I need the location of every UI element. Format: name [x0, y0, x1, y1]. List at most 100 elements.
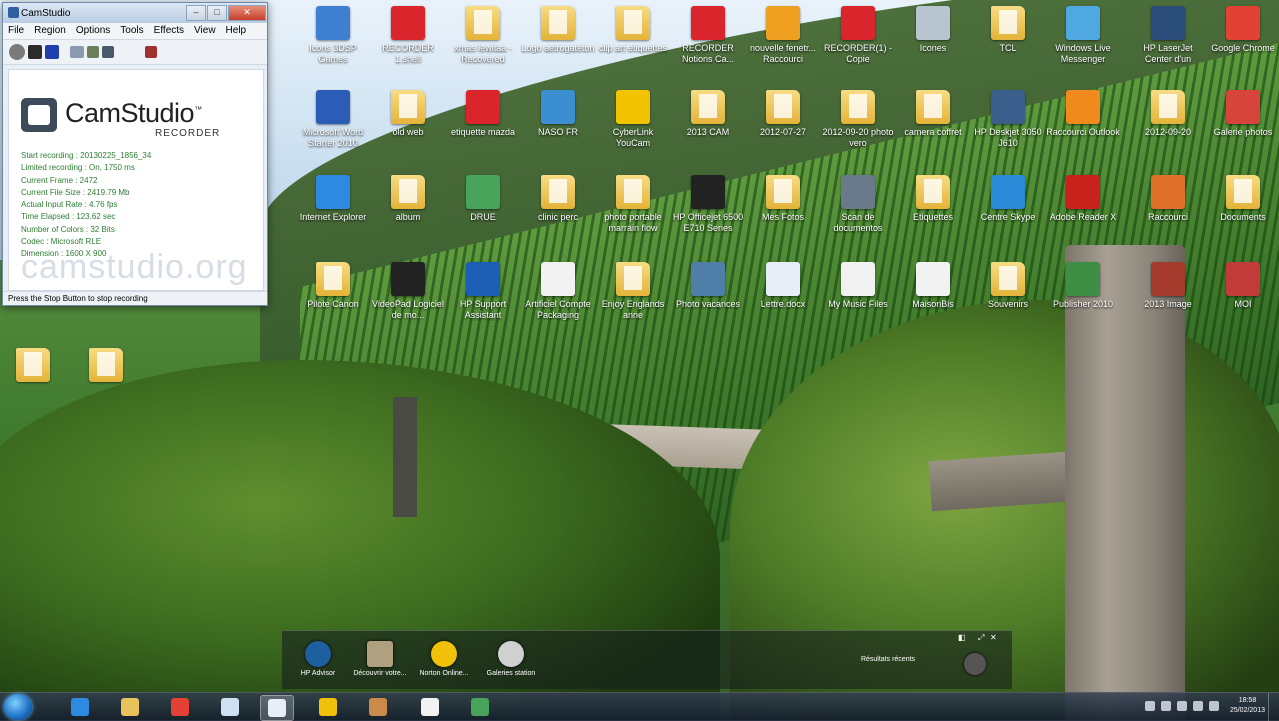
- desktop-icon[interactable]: Etiquettes: [895, 175, 971, 251]
- desktop-icon[interactable]: Icons 3DSP Games: [295, 6, 371, 82]
- gadget-settings-icon[interactable]: ◧: [958, 633, 966, 642]
- desktop-icon[interactable]: xmas lewitaa - Recovered: [445, 6, 521, 82]
- desktop-icon[interactable]: Pilote Canon: [295, 262, 371, 338]
- pause-button[interactable]: [28, 45, 42, 59]
- desktop-icon[interactable]: TCL: [970, 6, 1046, 82]
- taskbar-internet-explorer[interactable]: [64, 695, 96, 719]
- taskbar-camstudio[interactable]: [260, 695, 294, 721]
- menu-help[interactable]: Help: [221, 23, 252, 39]
- desktop-icon[interactable]: nouvelle fenetr... Raccourci: [745, 6, 821, 82]
- desktop-icon[interactable]: HP Support Assistant: [445, 262, 521, 338]
- tray-flag-icon[interactable]: [1161, 701, 1171, 711]
- menu-view[interactable]: View: [189, 23, 221, 39]
- maximize-button[interactable]: □: [207, 5, 227, 21]
- options-icon[interactable]: [145, 46, 157, 58]
- desktop-icon[interactable]: [68, 348, 144, 424]
- region-icon[interactable]: [70, 46, 84, 58]
- tray-arrow-icon[interactable]: [1145, 701, 1155, 711]
- gadget-discover[interactable]: Découvrir votre...: [344, 641, 416, 678]
- desktop-icon[interactable]: MOI: [1205, 262, 1279, 338]
- desktop-icon[interactable]: MaisonBis: [895, 262, 971, 338]
- desktop-icon[interactable]: Adobe Reader X: [1045, 175, 1121, 251]
- annotation-icon[interactable]: [87, 46, 99, 58]
- desktop-icon[interactable]: 2013 CAM: [670, 90, 746, 166]
- desktop-icon[interactable]: Google Chrome: [1205, 6, 1279, 82]
- desktop-icon[interactable]: Raccourci Outlook: [1045, 90, 1121, 166]
- desktop-icon[interactable]: HP Officejet 6500 E710 Series: [670, 175, 746, 251]
- menu-tools[interactable]: Tools: [115, 23, 148, 39]
- desktop-icon[interactable]: Windows Live Messenger: [1045, 6, 1121, 82]
- desktop-icon[interactable]: HP Deskjet 3050 J610: [970, 90, 1046, 166]
- desktop-icon[interactable]: VideoPad Logiciel de mo...: [370, 262, 446, 338]
- camstudio-titlebar[interactable]: CamStudio – □ ✕: [3, 3, 267, 23]
- webcam-icon[interactable]: [102, 46, 114, 58]
- minimize-button[interactable]: –: [186, 5, 206, 21]
- tray-power-icon[interactable]: [1209, 701, 1219, 711]
- gadget-close-icon[interactable]: ✕: [990, 633, 997, 642]
- desktop-icon[interactable]: Logo aetrogateton: [520, 6, 596, 82]
- desktop-icon[interactable]: Lettre.docx: [745, 262, 821, 338]
- desktop-icon[interactable]: [0, 348, 71, 424]
- desktop-icon[interactable]: Raccourci: [1130, 175, 1206, 251]
- system-clock[interactable]: 18:58 25/02/2013: [1230, 696, 1265, 716]
- desktop-icon[interactable]: 2012-09-20: [1130, 90, 1206, 166]
- menu-region[interactable]: Region: [29, 23, 71, 39]
- desktop-icon[interactable]: clinic perc: [520, 175, 596, 251]
- desktop-icon[interactable]: clip art etiquettes: [595, 6, 671, 82]
- camstudio-window[interactable]: CamStudio – □ ✕ File Region Options Tool…: [2, 2, 268, 306]
- menu-options[interactable]: Options: [71, 23, 115, 39]
- start-button[interactable]: [4, 694, 32, 720]
- desktop-icon[interactable]: Enjoy Englands anne: [595, 262, 671, 338]
- tray-volume-icon[interactable]: [1193, 701, 1203, 711]
- desktop-icon[interactable]: 2012-09-20 photo vero: [820, 90, 896, 166]
- desktop-icon[interactable]: Mes Fotos: [745, 175, 821, 251]
- desktop-icon[interactable]: My Music Files: [820, 262, 896, 338]
- notepad-icon: [221, 698, 239, 716]
- stat-time-elapsed: Time Elapsed : 123.62 sec: [21, 212, 116, 222]
- taskbar-file-explorer[interactable]: [114, 695, 146, 719]
- desktop-icon[interactable]: CyberLink YouCam: [595, 90, 671, 166]
- taskbar-security[interactable]: [312, 695, 344, 719]
- desktop-icon[interactable]: Souvenirs: [970, 262, 1046, 338]
- desktop-icon[interactable]: Microsoft Word Starter 2010: [295, 90, 371, 166]
- taskbar-document[interactable]: [414, 695, 446, 719]
- taskbar-notepad[interactable]: [214, 695, 246, 719]
- desktop-icon[interactable]: Photo vacances: [670, 262, 746, 338]
- desktop-icon[interactable]: NASO FR: [520, 90, 596, 166]
- desktop-icon[interactable]: RECORDER(1) - Copie: [820, 6, 896, 82]
- desktop-icon[interactable]: 2012-07-27: [745, 90, 821, 166]
- stop-button[interactable]: [45, 45, 59, 59]
- desktop-icon[interactable]: RECORDER Notions Ca...: [670, 6, 746, 82]
- desktop-icon[interactable]: Scan de documentos: [820, 175, 896, 251]
- gadget-norton[interactable]: Norton Online...: [408, 641, 480, 678]
- record-button[interactable]: [9, 44, 25, 60]
- taskbar-paint[interactable]: [362, 695, 394, 719]
- desktop-icon[interactable]: Artificiel Compte Packaging: [520, 262, 596, 338]
- desktop-icon[interactable]: album: [370, 175, 446, 251]
- close-button[interactable]: ✕: [228, 5, 266, 21]
- desktop-icon[interactable]: etiquette mazda: [445, 90, 521, 166]
- desktop-icon[interactable]: Icones: [895, 6, 971, 82]
- taskbar-map[interactable]: [464, 695, 496, 719]
- gadget-recent[interactable]: Résultats récents: [852, 655, 924, 664]
- desktop-icon[interactable]: 2013 Image: [1130, 262, 1206, 338]
- taskbar-google-chrome[interactable]: [164, 695, 196, 719]
- menu-effects[interactable]: Effects: [149, 23, 189, 39]
- gadget-galeries[interactable]: Galeries station: [475, 641, 547, 678]
- desktop-icon[interactable]: Publisher 2010: [1045, 262, 1121, 338]
- menu-file[interactable]: File: [3, 23, 29, 39]
- desktop-icon[interactable]: Centre Skype: [970, 175, 1046, 251]
- show-desktop-button[interactable]: [1268, 693, 1279, 721]
- desktop-icon[interactable]: Galerie photos: [1205, 90, 1279, 166]
- gadget-resize-icon[interactable]: ⤢: [978, 633, 984, 643]
- desktop-icon[interactable]: HP LaserJet Center d'un Officejet: [1130, 6, 1206, 82]
- desktop-icon[interactable]: Documents: [1205, 175, 1279, 251]
- desktop-icon[interactable]: RECORDER 1.shell: [370, 6, 446, 82]
- desktop-icon[interactable]: photo portable marrain flow: [595, 175, 671, 251]
- desktop-icon[interactable]: Internet Explorer: [295, 175, 371, 251]
- desktop-icon[interactable]: DRUE: [445, 175, 521, 251]
- desktop-icon[interactable]: camera coffret: [895, 90, 971, 166]
- tray-network-icon[interactable]: [1177, 701, 1187, 711]
- star-icon[interactable]: [964, 653, 986, 675]
- desktop-icon[interactable]: old web: [370, 90, 446, 166]
